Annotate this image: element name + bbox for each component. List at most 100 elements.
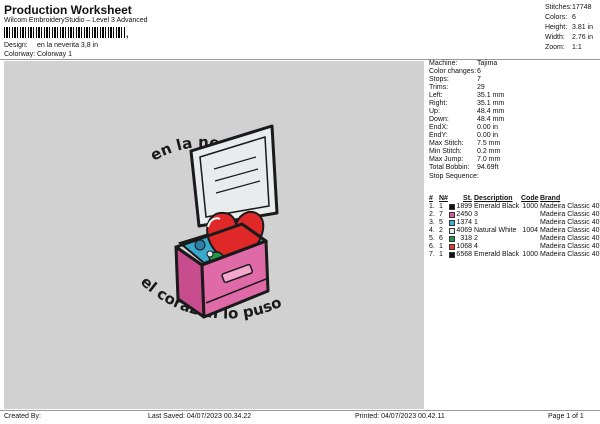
row-needle: 1 [439, 203, 443, 210]
table-header: # N# St. Description Code Brand [429, 195, 599, 203]
stat-row: Width: 2.76 in [545, 33, 593, 43]
table-row: 2. 7 2450 3 Madeira Classic 40 [429, 211, 600, 219]
info-row: EndY: 0.00 in [429, 132, 599, 140]
row-stitches: 1068 [456, 243, 472, 250]
info-row: Max Jump: 7.0 mm [429, 156, 599, 164]
stat-key: Stitches: [545, 4, 572, 11]
row-needle: 6 [439, 235, 443, 242]
info-key: EndY: [429, 132, 448, 139]
color-swatch [449, 244, 455, 250]
info-row: Right: 35.1 mm [429, 100, 599, 108]
row-description: 4 [474, 243, 478, 250]
table-row: 6. 1 1068 4 Madeira Classic 40 [429, 243, 600, 251]
info-row: Total Bobbin: 94.69ft [429, 164, 599, 172]
row-stitches: 318 [460, 235, 472, 242]
color-swatch [449, 212, 455, 218]
col-brand: Brand [540, 195, 561, 202]
row-needle: 7 [439, 211, 443, 218]
table-row: 5. 6 318 2 Madeira Classic 40 [429, 235, 600, 243]
barcode [4, 27, 126, 38]
row-stop: 3. [429, 219, 435, 226]
row-stitches: 4069 [456, 227, 472, 234]
row-brand: Madeira Classic 40 [540, 235, 600, 242]
info-key: Machine: [429, 60, 458, 67]
info-value: 94.69ft [477, 164, 499, 171]
info-value: 29 [477, 84, 485, 91]
design-value: en la neverita 3,8 in [36, 42, 99, 49]
info-value: 0.00 in [477, 132, 499, 139]
info-key: Color changes: [429, 68, 477, 75]
color-swatch [449, 252, 455, 258]
design-label: Design: [4, 42, 28, 49]
row-brand: Madeira Classic 40 [540, 243, 600, 250]
stat-row: Stitches:17748 [545, 3, 593, 13]
row-description: Natural White [474, 227, 517, 234]
info-value: Tajima [477, 60, 498, 67]
software-subtitle: Wilcom EmbroideryStudio – Level 3 Advanc… [4, 17, 148, 24]
stat-row: Colors: 6 [545, 13, 593, 23]
colorway-label: Colorway: [4, 51, 36, 58]
design-row: Design: en la neverita 3,8 in [4, 42, 98, 49]
row-needle: 2 [439, 227, 443, 234]
design-preview: en la neverita el corazon lo puso [4, 61, 424, 409]
info-value: 48.4 mm [477, 108, 505, 115]
info-value: 6 [477, 68, 481, 75]
last-saved: Last Saved: 04/07/2023 00.34.22 [148, 413, 252, 420]
info-row: Machine: Tajima [429, 60, 599, 68]
stat-row: Zoom: 1:1 [545, 43, 593, 53]
machine-info-panel: Machine: Tajima Color changes:6 Stops: 7 T… [429, 60, 599, 181]
summary-stats: Stitches:17748 Colors: 6 Height: 3.81 in W… [545, 3, 593, 53]
stop-sequence-table: # N# St. Description Code Brand 1. 1 1899 E… [429, 195, 600, 259]
table-row: 1. 1 1899 Emerald Black 1000 Madeira Classic … [429, 203, 600, 211]
stat-value: 17748 [572, 4, 592, 11]
printed-date: Printed: 04/07/2023 00.42.11 [355, 413, 445, 420]
info-row: Left: 35.1 mm [429, 92, 599, 100]
row-description: 2 [474, 235, 478, 242]
row-stitches: 2450 [456, 211, 472, 218]
row-brand: Madeira Classic 40 [540, 251, 600, 258]
row-stop: 2. [429, 211, 435, 218]
row-brand: Madeira Classic 40 [540, 227, 600, 234]
stat-key: Zoom: [545, 44, 565, 51]
embroidery-artwork: en la neverita el corazon lo puso [137, 124, 284, 323]
row-description: 3 [474, 211, 478, 218]
row-needle: 1 [439, 251, 443, 258]
row-stop: 1. [429, 203, 435, 210]
stat-key: Width: [545, 34, 565, 41]
row-description: Emerald Black [474, 251, 520, 258]
info-key: Max Stitch: [429, 140, 464, 147]
row-stop: 4. [429, 227, 435, 234]
stat-key: Height: [545, 24, 568, 31]
footer-divider [0, 410, 600, 411]
info-key: Right: [429, 100, 448, 107]
row-brand: Madeira Classic 40 [540, 211, 600, 218]
info-value: 48.4 mm [477, 116, 505, 123]
row-brand: Madeira Classic 40 [540, 219, 600, 226]
info-row: Up: 48.4 mm [429, 108, 599, 116]
color-swatch [449, 236, 455, 242]
row-code: 1004 [522, 227, 538, 234]
page-title: Production Worksheet [4, 3, 132, 17]
page-number: Page 1 of 1 [548, 413, 584, 420]
color-swatch [449, 204, 455, 210]
color-swatch [449, 220, 455, 226]
row-stitches: 6568 [456, 251, 472, 258]
row-brand: Madeira Classic 40 [540, 203, 600, 210]
table-row: 7. 1 6568 Emerald Black 1000 Madeira Classic … [429, 251, 600, 259]
col-code: Code [521, 195, 539, 202]
row-code: 1000 [522, 251, 538, 258]
row-description: Emerald Black [474, 203, 520, 210]
table-row: 3. 5 1374 1 Madeira Classic 40 [429, 219, 600, 227]
col-stitches: St. [463, 195, 472, 202]
info-value: 0.00 in [477, 124, 499, 131]
info-value: 7.5 mm [477, 140, 501, 147]
row-needle: 5 [439, 219, 443, 226]
info-value: 35.1 mm [477, 100, 505, 107]
info-key: Trims: [429, 84, 449, 91]
info-row: Stops: 7 [429, 76, 599, 84]
row-stitches: 1899 [456, 203, 472, 210]
info-row: Trims: 29 [429, 84, 599, 92]
row-description: 1 [474, 219, 478, 226]
stat-value: 3.81 in [572, 24, 594, 31]
row-stitches: 1374 [456, 219, 472, 226]
